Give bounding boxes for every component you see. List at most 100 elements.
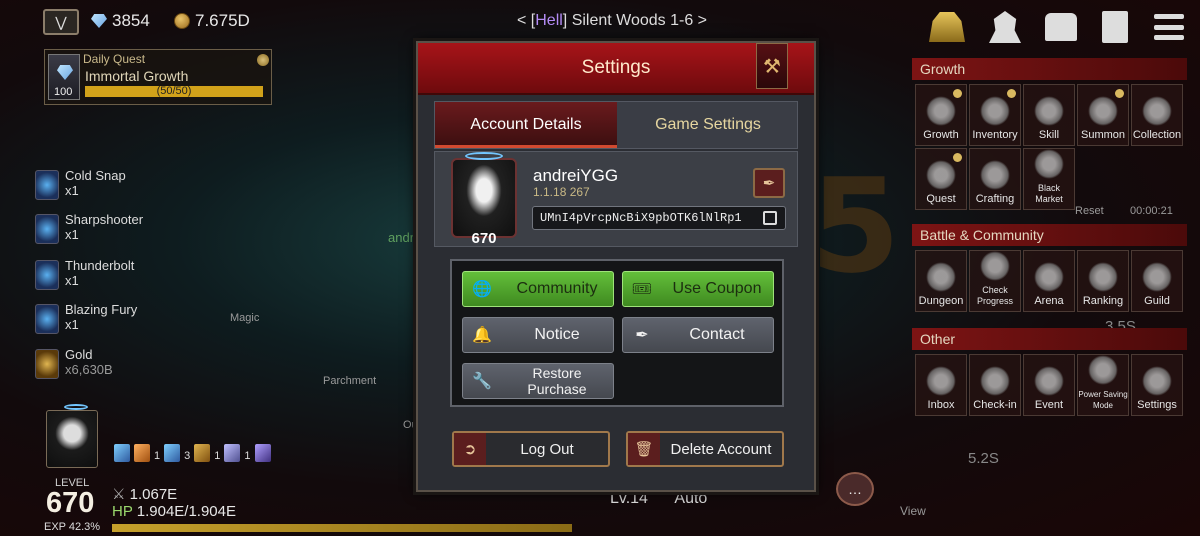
menu-label: Black Market (1035, 183, 1063, 204)
daily-quest-panel[interactable]: 100 Daily Quest Immortal Growth (50/50) (44, 49, 272, 105)
profile-avatar[interactable] (451, 158, 517, 238)
background-stage-numeral: 5 (810, 150, 901, 302)
chest-icon[interactable] (1040, 8, 1082, 46)
contact-button[interactable]: ✒ Contact (622, 317, 774, 353)
bottom-status: Lv.14 Auto (592, 490, 808, 514)
menu-label: Quest (926, 193, 956, 205)
quill-icon: ✒ (635, 327, 649, 344)
notice-button[interactable]: 🔔 Notice (462, 317, 614, 353)
summon-icon (1088, 96, 1118, 126)
growth-button[interactable]: Growth (915, 84, 967, 146)
collection-button[interactable]: Collection (1131, 84, 1183, 146)
quest-button[interactable]: Quest (915, 148, 967, 210)
dungeon-icon (926, 262, 956, 292)
buff-icon (254, 444, 271, 462)
quest-name: Immortal Growth (85, 68, 189, 84)
wrench-icon: 🔧 (472, 373, 492, 390)
log-out-button[interactable]: ➲ Log Out (452, 431, 610, 467)
skill-list-item: Blazing Fury x1 (35, 300, 205, 340)
summon-button[interactable]: Summon (1077, 84, 1129, 146)
dialog-title: Settings (581, 57, 651, 78)
settings-button[interactable]: Settings (1131, 354, 1183, 416)
menu-label: Collection (1132, 129, 1182, 141)
arena-button[interactable]: Arena (1023, 250, 1075, 312)
blazing-fury-icon (35, 304, 59, 334)
delete-account-button[interactable]: 🗑 Delete Account (626, 431, 784, 467)
trophy-icon (1088, 262, 1118, 292)
menu-label: Skill (1038, 129, 1060, 141)
floating-drop-label: Magic (230, 312, 260, 324)
menu-label: Settings (1137, 399, 1177, 411)
attack-stat: ⚔ 1.067E (112, 485, 177, 503)
stage-title[interactable]: < [Hell] Silent Woods 1-6 > (517, 12, 707, 30)
gold-coin-icon (174, 13, 190, 29)
sleep-icon (1088, 355, 1118, 385)
auto-toggle[interactable]: Auto (674, 490, 707, 507)
collapse-hud-button[interactable]: ⋁ (43, 9, 79, 35)
button-label: Log Out (520, 440, 574, 458)
tab-game-settings[interactable]: Game Settings (617, 102, 799, 148)
skill-list-item: Sharpshooter x1 (35, 210, 205, 250)
button-label: Notice (534, 326, 580, 343)
button-label: Restore Purchase (527, 365, 587, 397)
dialog-header: Settings ⚒ (418, 43, 814, 95)
loot-name: Gold (65, 347, 93, 362)
menu-label: Inbox (927, 399, 955, 411)
battle-row: Dungeon Check Progress Arena Ranking Gui… (915, 250, 1183, 312)
globe-icon: 🌐 (472, 281, 492, 298)
skill-button[interactable]: Skill (1023, 84, 1075, 146)
crafting-button[interactable]: Crafting (969, 148, 1021, 210)
inbox-button[interactable]: Inbox (915, 354, 967, 416)
anvil-icon (980, 160, 1010, 190)
use-coupon-button[interactable]: 🎟 Use Coupon (622, 271, 774, 307)
check-in-button[interactable]: Check-in (969, 354, 1021, 416)
gold-coin-icon (35, 349, 59, 379)
black-market-button[interactable]: Black Market (1023, 148, 1075, 210)
buff-count: 1 (244, 450, 251, 462)
skill-name: Blazing Fury (65, 302, 138, 317)
main-menu-button[interactable] (1148, 8, 1190, 46)
quest-icon (926, 160, 956, 190)
hamburger-icon (1154, 14, 1184, 40)
ranking-button[interactable]: Ranking (1077, 250, 1129, 312)
loot-list-item: Gold x6,630B (35, 345, 205, 385)
user-id-field[interactable]: UMnI4pVrcpNcBiX9pbOTK6lNlRp1 (532, 206, 786, 230)
dungeon-button[interactable]: Dungeon (915, 250, 967, 312)
restore-purchase-button[interactable]: 🔧 Restore Purchase (462, 363, 614, 399)
event-button[interactable]: Event (1023, 354, 1075, 416)
menu-label: Summon (1080, 129, 1126, 141)
skill-count: x1 (65, 227, 79, 242)
copy-icon[interactable] (763, 211, 777, 225)
character-icon[interactable] (984, 8, 1026, 46)
exp-readout: EXP 42.3% (44, 521, 100, 533)
edit-profile-button[interactable]: ✒ (753, 168, 785, 198)
growth-row-1: Growth Inventory Skill Summon Collection (915, 84, 1183, 146)
view-button[interactable]: View (900, 504, 926, 518)
buff-icon (224, 444, 241, 462)
player-avatar[interactable] (46, 410, 98, 468)
username: andreiYGG (533, 166, 619, 185)
player-name-tag: andr (388, 230, 415, 245)
settings-dialog: Settings ⚒ Account Details Game Settings… (416, 41, 816, 492)
community-button[interactable]: 🌐 Community (462, 271, 614, 307)
hp-stat: HP 1.904E/1.904E (112, 503, 236, 520)
guild-button[interactable]: Guild (1131, 250, 1183, 312)
tab-account-details[interactable]: Account Details (435, 102, 617, 148)
chat-button[interactable]: … (836, 472, 874, 506)
codex-icon[interactable] (1094, 8, 1136, 46)
quest-level: 100 (54, 86, 73, 98)
app-version: 1.1.18 267 (533, 185, 590, 199)
inventory-button[interactable]: Inventory (969, 84, 1021, 146)
crossed-swords-icon: ⚔ (112, 486, 126, 503)
growth-icon (926, 96, 956, 126)
power-saving-button[interactable]: Power Saving Mode (1077, 354, 1129, 416)
close-dialog-button[interactable]: ⚒ (756, 43, 788, 89)
shop-icon[interactable] (926, 8, 968, 46)
buff-count: 1 (214, 450, 221, 462)
thunderbolt-icon (35, 260, 59, 290)
chevron-down-icon: ⋁ (55, 13, 67, 30)
check-progress-button[interactable]: Check Progress (969, 250, 1021, 312)
menu-label: Event (1034, 399, 1064, 411)
other-row: Inbox Check-in Event Power Saving Mode S… (915, 354, 1183, 416)
gear-icon (1142, 366, 1172, 396)
